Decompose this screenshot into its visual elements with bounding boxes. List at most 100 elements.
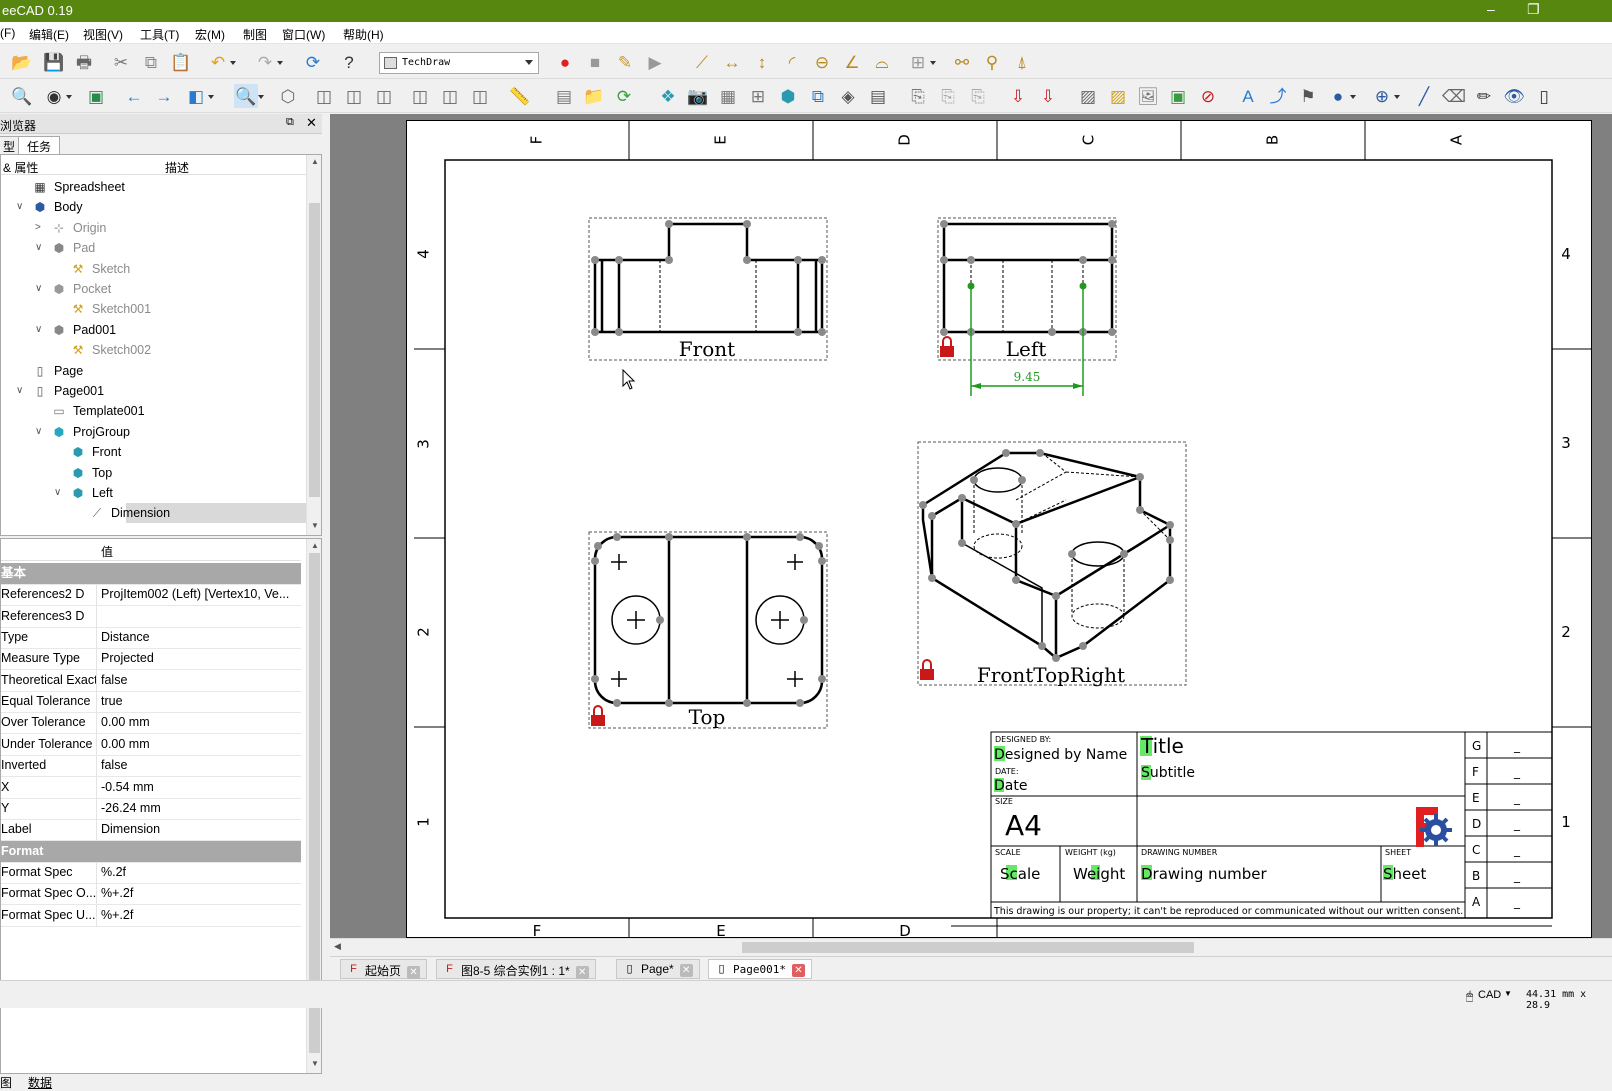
tree-item-sketch001[interactable]: ⚒ Sketch001 — [1, 299, 306, 319]
close-icon[interactable]: ✕ — [407, 966, 421, 979]
drawing-hscrollbar[interactable]: ◀ — [330, 938, 1612, 955]
property-row[interactable]: Under Tolerance 0.00 mm — [1, 733, 301, 756]
paste-icon[interactable]: 📋 — [169, 50, 193, 74]
tree-item-top[interactable]: ⬢ Top — [1, 463, 306, 483]
tree-item-pad[interactable]: ∨ ⬢ Pad — [1, 238, 306, 258]
date-value[interactable]: Date — [994, 778, 1027, 794]
revision-value[interactable]: _ — [1513, 817, 1521, 831]
property-row[interactable]: Format Spec U... %+.2f — [1, 904, 301, 927]
tree-item-sketch002[interactable]: ⚒ Sketch002 — [1, 340, 306, 360]
leader-line-icon[interactable]: ⤴ — [1266, 84, 1290, 108]
tab-tasks[interactable]: 任务 — [18, 136, 61, 154]
property-value[interactable]: ProjItem002 (Left) [Vertex10, Ve... — [101, 584, 289, 605]
tree-item-template001[interactable]: ▭ Template001 — [1, 401, 306, 421]
view-top-icon[interactable]: ◫ — [342, 84, 366, 108]
property-value[interactable]: Projected — [101, 648, 154, 669]
drawing-number-value[interactable]: Drawing number — [1141, 865, 1268, 883]
tree-item-pad001[interactable]: ∨ ⬢ Pad001 — [1, 320, 306, 340]
designed-by-value[interactable]: Designed by Name — [994, 747, 1127, 763]
dimension-grip[interactable] — [1079, 282, 1087, 290]
view-rear-icon[interactable]: ◫ — [408, 84, 432, 108]
hscroll-thumb[interactable] — [742, 942, 1194, 953]
menu-edit[interactable]: 编辑(E) — [29, 26, 69, 43]
scroll-up-icon[interactable]: ▲ — [311, 541, 319, 550]
section-view-icon[interactable]: ▦ — [716, 84, 740, 108]
draw-style-icon[interactable]: ◉ — [42, 84, 72, 108]
scroll-down-icon[interactable]: ▼ — [311, 521, 319, 530]
scroll-up-icon[interactable]: ▲ — [311, 157, 319, 166]
menu-file[interactable]: (F) — [0, 26, 15, 40]
view-isometric-icon[interactable]: ⬡ — [276, 84, 300, 108]
chevron-right-icon[interactable]: > — [35, 218, 41, 238]
undo-icon[interactable]: ↶ — [206, 50, 236, 74]
tree-item-dimension[interactable]: ⟋ Dimension — [1, 503, 310, 524]
revision-value[interactable]: _ — [1513, 895, 1521, 909]
menu-help[interactable]: 帮助(H) — [343, 26, 384, 43]
detail-view-icon[interactable]: ⊞ — [746, 84, 770, 108]
dimension-grip[interactable] — [967, 282, 975, 290]
front-view[interactable]: Front — [588, 217, 828, 361]
view-bottom-icon[interactable]: ◫ — [438, 84, 462, 108]
save-icon[interactable]: 💾 — [42, 50, 66, 74]
symbol-icon[interactable]: ◈ — [836, 84, 860, 108]
property-value[interactable]: %.2f — [101, 862, 126, 883]
scroll-left-icon[interactable]: ◀ — [334, 941, 341, 952]
menu-tools[interactable]: 工具(T) — [140, 26, 179, 43]
doc-tab-page001[interactable]: ▯ Page001* ✕ — [708, 959, 812, 979]
weight-value[interactable]: Weight — [1073, 865, 1125, 883]
revision-value[interactable]: _ — [1513, 869, 1521, 883]
chevron-down-icon[interactable]: ∨ — [16, 197, 23, 217]
tree-item-page[interactable]: ▯ Page — [1, 361, 306, 381]
tree-item-body[interactable]: ∨ ⬢ Body — [1, 197, 306, 217]
edit-macro-icon[interactable]: ✎ — [613, 50, 637, 74]
tree-item-left[interactable]: ∨ ⬢ Left — [1, 483, 306, 503]
property-scroll-thumb[interactable] — [309, 553, 320, 1053]
property-value[interactable]: %+.2f — [101, 883, 133, 904]
left-view[interactable]: Left — [937, 217, 1117, 361]
property-row[interactable]: References2 D ProjItem002 (Left) [Vertex1… — [1, 584, 301, 607]
tree-item-sketch[interactable]: ⚒ Sketch — [1, 259, 306, 279]
cut-icon[interactable]: ✂ — [109, 50, 133, 74]
doc-tab-start[interactable]: F 起始页 ✕ — [340, 959, 428, 979]
property-row[interactable]: Inverted false — [1, 755, 301, 778]
forward-icon[interactable]: → — [152, 84, 176, 108]
close-icon[interactable]: ✕ — [791, 964, 805, 977]
navigation-style[interactable]: CAD — [1478, 989, 1501, 1001]
horizontal-dimension-icon[interactable]: ↔ — [720, 50, 744, 74]
active-view-icon[interactable]: 📷 — [686, 84, 710, 108]
property-row[interactable]: Y -26.24 mm — [1, 797, 301, 820]
open-file-icon[interactable]: 📂 — [10, 50, 34, 74]
export-pdf-icon[interactable]: ⎘ — [966, 84, 990, 108]
chevron-down-icon[interactable]: ∨ — [35, 422, 42, 442]
vertical-dimension-icon[interactable]: ↕ — [750, 50, 774, 74]
property-value[interactable]: 0.00 mm — [101, 712, 150, 733]
property-value[interactable]: false — [101, 670, 127, 691]
property-row[interactable]: X -0.54 mm — [1, 776, 301, 799]
line-format-icon[interactable]: ✏ — [1472, 84, 1496, 108]
eraser-icon[interactable]: ⌫ — [1442, 84, 1466, 108]
image-icon[interactable]: 🖼 — [1136, 84, 1160, 108]
record-macro-icon[interactable]: ● — [553, 50, 577, 74]
property-row[interactable]: Equal Tolerance true — [1, 691, 301, 714]
tree-item-spreadsheet[interactable]: ▦ Spreadsheet — [1, 177, 306, 197]
back-icon[interactable]: ← — [122, 84, 146, 108]
iso-view[interactable]: FrontTopRight — [917, 441, 1187, 687]
new-page-template-icon[interactable]: 📁 — [582, 84, 606, 108]
spreadsheet-view-icon[interactable]: ▤ — [866, 84, 890, 108]
scroll-down-icon[interactable]: ▼ — [311, 1059, 319, 1068]
close-panel-icon[interactable]: ✕ — [306, 115, 317, 131]
fit-all-icon[interactable]: 🔍 — [10, 84, 34, 108]
tree-item-origin[interactable]: > ⊹ Origin — [1, 218, 306, 238]
cosmetic-line-icon[interactable]: ╱ — [1412, 84, 1436, 108]
hatch-icon[interactable]: ▨ — [1076, 84, 1100, 108]
chevron-down-icon[interactable]: ∨ — [35, 279, 42, 299]
property-value[interactable]: -0.54 mm — [101, 777, 154, 798]
property-row[interactable]: Format Spec O... %+.2f — [1, 883, 301, 906]
property-value[interactable]: 0.00 mm — [101, 734, 150, 755]
projection-group-icon[interactable]: ⬢ — [776, 84, 800, 108]
tree-scroll-thumb[interactable] — [309, 203, 320, 497]
revision-value[interactable]: _ — [1513, 791, 1521, 805]
whats-this-icon[interactable]: ? — [337, 50, 361, 74]
minimize-button[interactable]: – — [1487, 1, 1495, 17]
property-value[interactable]: Distance — [101, 627, 150, 648]
